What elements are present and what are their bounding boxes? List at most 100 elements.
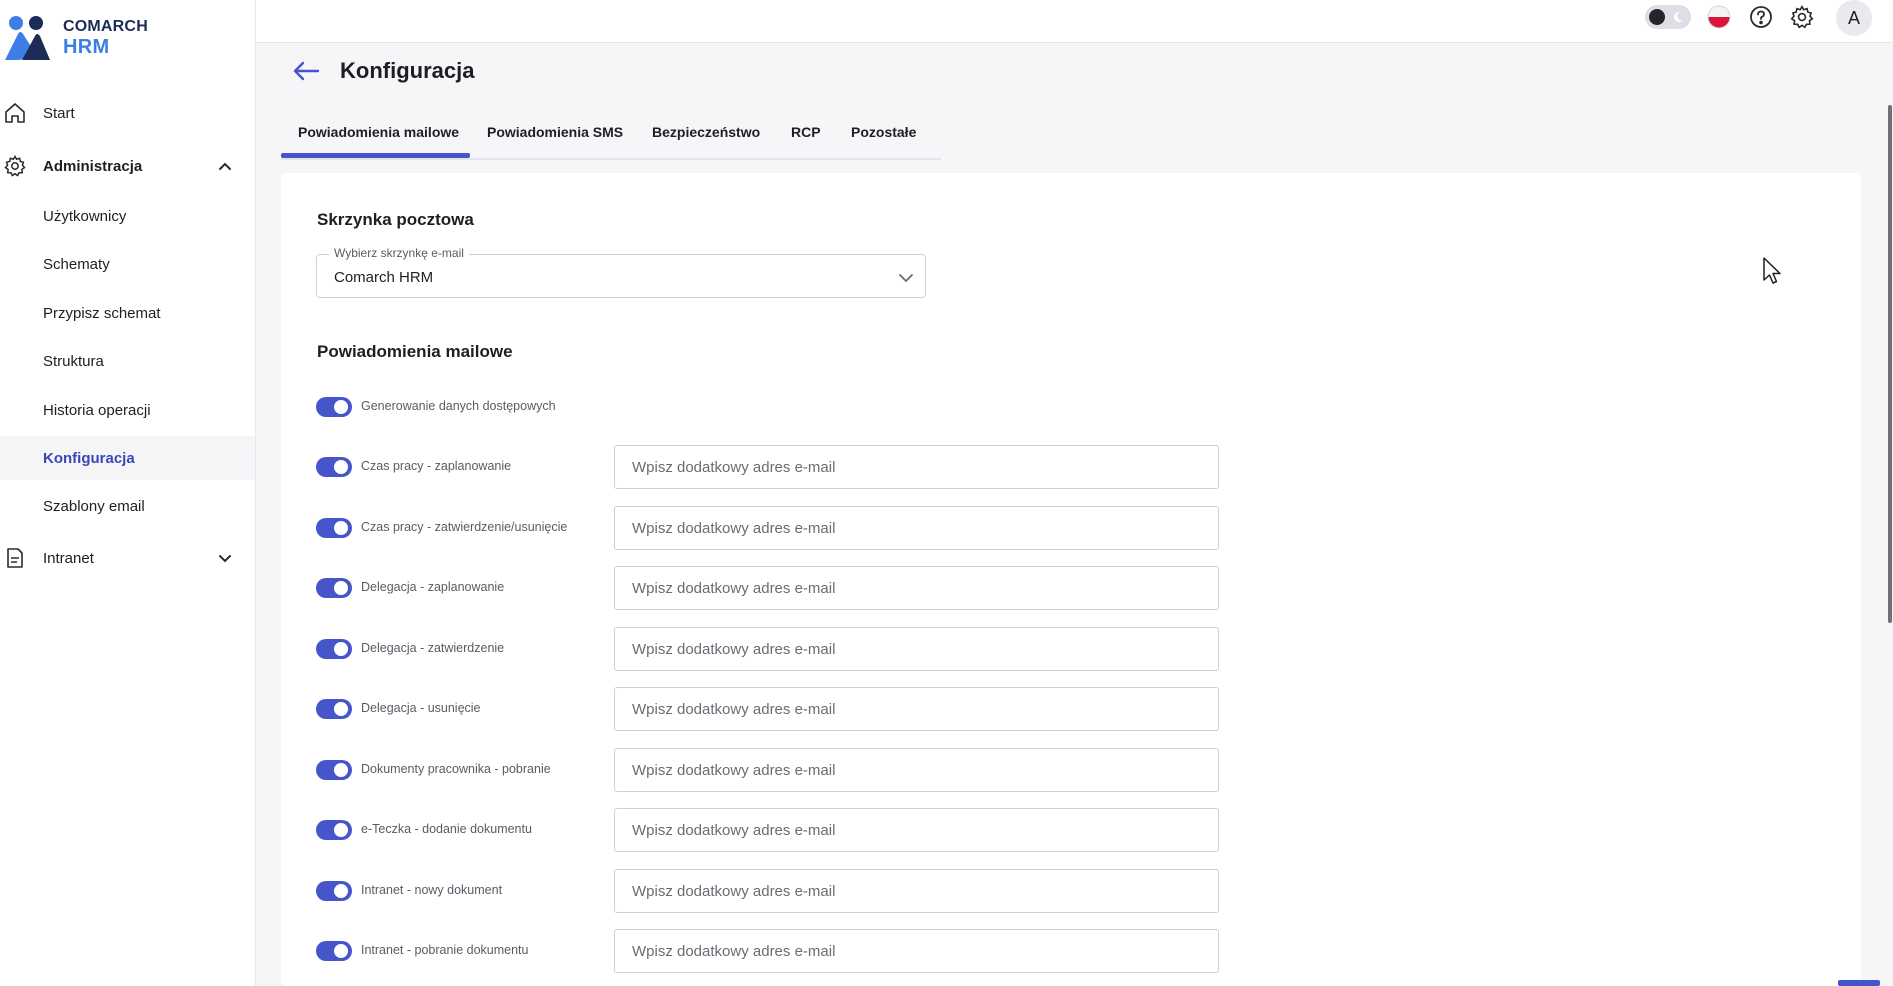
sidebar-item-start[interactable]: Start (0, 91, 255, 135)
settings-card: Skrzynka pocztowa Wybierz skrzynkę e-mai… (281, 173, 1861, 986)
polish-flag-icon[interactable] (1706, 4, 1732, 30)
notification-label: Czas pracy - zaplanowanie (361, 459, 512, 473)
additional-email-input[interactable] (614, 627, 1219, 671)
notification-toggle[interactable] (316, 881, 352, 901)
sidebar-item-label: Historia operacji (43, 401, 151, 419)
notification-label: Czas pracy - zatwierdzenie/usunięcie (361, 520, 568, 534)
sidebar-item-intranet[interactable]: Intranet (0, 536, 255, 580)
notification-label: Delegacja - usunięcie (361, 701, 481, 715)
notification-toggle[interactable] (316, 760, 352, 780)
top-bar: A (256, 0, 1893, 43)
moon-icon (1674, 11, 1683, 22)
chevron-down-icon (899, 274, 913, 283)
additional-email-input[interactable] (614, 748, 1219, 792)
comarch-logo-icon (5, 16, 50, 60)
sidebar-item-label: Przypisz schemat (43, 304, 161, 322)
toggle-knob (334, 521, 348, 535)
sidebar-item-uzytkownicy[interactable]: Użytkownicy (0, 194, 255, 238)
toggle-knob (334, 884, 348, 898)
notification-row: Czas pracy - zatwierdzenie/usunięcie (316, 506, 1256, 550)
additional-email-input[interactable] (614, 506, 1219, 550)
additional-email-input[interactable] (614, 929, 1219, 973)
mailbox-select-value: Comarch HRM (334, 269, 434, 286)
sidebar-item-konfiguracja[interactable]: Konfiguracja (0, 436, 255, 480)
toggle-knob (334, 642, 348, 656)
notification-toggle[interactable] (316, 941, 352, 961)
toggle-knob (334, 823, 348, 837)
home-icon (5, 103, 25, 123)
sidebar-item-label: Szablony email (43, 497, 145, 515)
notification-row: Delegacja - zaplanowanie (316, 566, 1256, 610)
theme-toggle[interactable] (1645, 5, 1691, 29)
active-tab-indicator (281, 153, 470, 158)
chevron-up-icon[interactable] (215, 156, 235, 176)
sidebar: COMARCH HRM Start Administracja Użytkown… (0, 0, 256, 986)
toggle-knob (334, 702, 348, 716)
notification-row: Generowanie danych dostępowych (316, 385, 1256, 429)
mouse-cursor-icon (1763, 257, 1781, 284)
document-icon (7, 548, 23, 568)
mailbox-select[interactable]: Wybierz skrzynkę e-mail Comarch HRM (316, 246, 926, 298)
tab-powiadomienia-sms[interactable]: Powiadomienia SMS (487, 124, 623, 140)
mailbox-section-title: Skrzynka pocztowa (317, 210, 474, 229)
notification-label: Dokumenty pracownika - pobranie (361, 762, 551, 776)
additional-email-input[interactable] (614, 566, 1219, 610)
notification-row: Delegacja - usunięcie (316, 687, 1256, 731)
sidebar-item-label: Konfiguracja (43, 449, 135, 467)
notification-toggle[interactable] (316, 578, 352, 598)
sidebar-item-label: Użytkownicy (43, 207, 127, 225)
sidebar-item-schematy[interactable]: Schematy (0, 242, 255, 286)
notification-toggle[interactable] (316, 397, 352, 417)
logo-text-company: COMARCH (63, 18, 148, 35)
sidebar-item-przypisz-schemat[interactable]: Przypisz schemat (0, 291, 255, 335)
chevron-down-icon[interactable] (215, 548, 235, 568)
notifications-section-title: Powiadomienia mailowe (317, 342, 513, 361)
sidebar-item-label: Start (43, 104, 75, 122)
sidebar-item-historia-operacji[interactable]: Historia operacji (0, 388, 255, 432)
sidebar-item-label: Intranet (43, 549, 94, 567)
notification-toggle[interactable] (316, 699, 352, 719)
tab-powiadomienia-mailowe[interactable]: Powiadomienia mailowe (298, 124, 459, 140)
notification-label: e-Teczka - dodanie dokumentu (361, 822, 532, 836)
sidebar-item-administracja[interactable]: Administracja (0, 144, 255, 188)
tab-pozostale[interactable]: Pozostałe (851, 124, 916, 140)
mailbox-select-label: Wybierz skrzynkę e-mail (329, 246, 469, 260)
tab-bar: Powiadomienia mailowe Powiadomienia SMS … (281, 118, 941, 160)
tab-rcp[interactable]: RCP (791, 124, 821, 140)
additional-email-input[interactable] (614, 445, 1219, 489)
additional-email-input[interactable] (614, 869, 1219, 913)
sidebar-item-struktura[interactable]: Struktura (0, 339, 255, 383)
additional-email-input[interactable] (614, 687, 1219, 731)
toggle-knob (334, 400, 348, 414)
back-arrow-icon[interactable] (291, 58, 321, 84)
notification-toggle[interactable] (316, 820, 352, 840)
sidebar-item-szablony-email[interactable]: Szablony email (0, 484, 255, 528)
tab-bezpieczenstwo[interactable]: Bezpieczeństwo (652, 124, 760, 140)
additional-email-input[interactable] (614, 808, 1219, 852)
notification-toggle[interactable] (316, 518, 352, 538)
app-logo[interactable]: COMARCH HRM (4, 14, 154, 62)
page-scrollbar[interactable] (1888, 105, 1892, 623)
notification-row: e-Teczka - dodanie dokumentu (316, 808, 1256, 852)
toggle-knob (334, 581, 348, 595)
notification-row: Intranet - nowy dokument (316, 869, 1256, 913)
corner-accent (1838, 980, 1880, 986)
notification-row: Czas pracy - zaplanowanie (316, 445, 1256, 489)
settings-gear-icon[interactable] (1789, 4, 1815, 30)
notification-label: Generowanie danych dostępowych (361, 399, 556, 413)
main-content: A Konfiguracja Powiadomienia mailowe Pow… (256, 0, 1893, 986)
sidebar-item-label: Administracja (43, 157, 143, 175)
notification-label: Delegacja - zaplanowanie (361, 580, 505, 594)
theme-toggle-knob (1649, 9, 1665, 25)
notification-label: Intranet - nowy dokument (361, 883, 503, 897)
notification-toggle[interactable] (316, 457, 352, 477)
logo-text-product: HRM (63, 36, 110, 58)
page-title: Konfiguracja (340, 58, 475, 83)
notification-toggle[interactable] (316, 639, 352, 659)
notification-row: Delegacja - zatwierdzenie (316, 627, 1256, 671)
help-icon[interactable] (1748, 4, 1774, 30)
gear-icon (4, 155, 26, 177)
user-avatar[interactable]: A (1836, 0, 1872, 36)
sidebar-item-label: Struktura (43, 352, 104, 370)
toggle-knob (334, 944, 348, 958)
